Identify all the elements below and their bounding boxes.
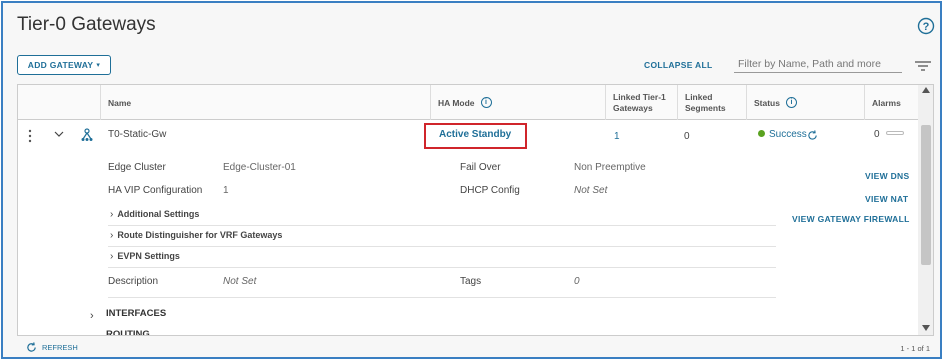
column-alarms-label: Alarms	[872, 97, 901, 108]
alarm-bar	[885, 131, 904, 135]
status-dot	[758, 130, 765, 137]
dhcp-config-value: Not Set	[574, 185, 608, 196]
grid-header: Name HA Mode i Linked Tier-1 Gateways Li…	[18, 85, 918, 120]
description-label: Description	[108, 276, 159, 287]
column-status-label: Status	[754, 97, 780, 108]
view-gateway-firewall-link[interactable]: VIEW GATEWAY FIREWALL	[792, 214, 910, 224]
gateways-grid: Name HA Mode i Linked Tier-1 Gateways Li…	[17, 84, 934, 336]
gateway-icon	[81, 128, 93, 141]
dhcp-config-label: DHCP Config	[460, 185, 520, 196]
ha-mode-value[interactable]: Active Standby	[439, 129, 511, 140]
help-icon[interactable]: ?	[917, 17, 935, 35]
column-header-linked-tier1[interactable]: Linked Tier-1 Gateways	[605, 85, 677, 120]
grid-footer: REFRESH 1 - 1 of 1	[17, 337, 934, 359]
page-title: Tier-0 Gateways	[17, 14, 156, 35]
refresh-label: REFRESH	[42, 343, 78, 352]
alarms-cell: 0	[874, 129, 904, 140]
column-linked-tier1-line1: Linked Tier-1	[613, 91, 666, 102]
edge-cluster-value: Edge-Cluster-01	[223, 162, 296, 173]
status-badge: Success	[758, 129, 807, 140]
column-header-ha-mode[interactable]: HA Mode i	[430, 85, 605, 120]
divider	[108, 246, 776, 247]
description-value: Not Set	[223, 276, 257, 287]
kebab-icon[interactable]	[28, 129, 32, 143]
tags-label: Tags	[460, 276, 482, 287]
gateway-name[interactable]: T0-Static-Gw	[108, 129, 166, 140]
linked-segments-count: 0	[684, 131, 690, 142]
divider	[108, 267, 776, 268]
view-dns-link[interactable]: VIEW DNS	[865, 171, 909, 181]
column-header-status[interactable]: Status i	[746, 85, 864, 120]
vertical-scrollbar[interactable]	[918, 85, 933, 335]
scroll-down-icon[interactable]	[922, 325, 930, 331]
svg-text:?: ?	[923, 21, 930, 33]
window-frame: Tier-0 Gateways ? ADD GATEWAY ▾ COLLAPSE…	[1, 1, 942, 359]
interfaces-section[interactable]: INTERFACES	[106, 308, 166, 319]
refresh-icon	[27, 342, 36, 352]
refresh-button[interactable]: REFRESH	[26, 342, 78, 353]
additional-settings-label: Additional Settings	[117, 209, 200, 219]
evpn-settings-expander[interactable]: › EVPN Settings	[110, 251, 180, 262]
filter-icon[interactable]	[914, 60, 932, 72]
route-distinguisher-label: Route Distinguisher for VRF Gateways	[117, 230, 283, 240]
chevron-down-icon[interactable]	[54, 130, 64, 138]
add-gateway-label: ADD GATEWAY	[27, 60, 94, 70]
chevron-right-icon: ›	[110, 230, 114, 241]
collapse-all-button[interactable]: COLLAPSE ALL	[644, 60, 712, 70]
column-linked-segments-line1: Linked	[685, 91, 713, 102]
ha-vip-value[interactable]: 1	[223, 185, 229, 196]
column-name-label: Name	[108, 97, 132, 108]
fail-over-value: Non Preemptive	[574, 162, 646, 173]
column-linked-tier1-line2: Gateways	[613, 102, 653, 113]
evpn-settings-label: EVPN Settings	[117, 251, 180, 261]
route-distinguisher-expander[interactable]: › Route Distinguisher for VRF Gateways	[110, 230, 282, 241]
edge-cluster-label: Edge Cluster	[108, 162, 166, 173]
linked-tier1-count[interactable]: 1	[614, 131, 620, 142]
table-row: T0-Static-Gw Active Standby 1 0 Success …	[18, 121, 918, 149]
routing-section[interactable]: ROUTING	[106, 330, 150, 335]
column-header-linked-segments[interactable]: Linked Segments	[677, 85, 746, 120]
column-linked-tier1-label: Linked Tier-1 Gateways	[613, 92, 666, 114]
column-linked-segments-line2: Segments	[685, 102, 726, 113]
filter-input[interactable]	[734, 55, 902, 73]
column-ha-mode-label: HA Mode	[438, 97, 475, 108]
info-icon[interactable]: i	[785, 97, 797, 108]
scrollbar-thumb[interactable]	[921, 125, 931, 265]
pagination-info: 1 - 1 of 1	[900, 344, 930, 353]
column-header-name[interactable]: Name	[100, 85, 430, 120]
view-nat-link[interactable]: VIEW NAT	[865, 194, 908, 204]
chevron-right-icon[interactable]: ›	[90, 310, 94, 322]
chevron-right-icon: ›	[110, 251, 114, 262]
refresh-icon[interactable]	[807, 130, 818, 141]
add-gateway-button[interactable]: ADD GATEWAY ▾	[17, 55, 111, 75]
status-text: Success	[769, 129, 807, 140]
info-icon[interactable]: i	[480, 97, 492, 108]
column-linked-segments-label: Linked Segments	[685, 92, 726, 114]
chevron-down-icon: ▾	[96, 62, 101, 69]
tags-value: 0	[574, 276, 580, 287]
fail-over-label: Fail Over	[460, 162, 501, 173]
ha-vip-label: HA VIP Configuration	[108, 185, 203, 196]
divider	[108, 297, 776, 298]
alarms-count: 0	[874, 129, 880, 140]
scroll-up-icon[interactable]	[922, 87, 930, 93]
additional-settings-expander[interactable]: › Additional Settings	[110, 209, 199, 220]
column-header-alarms[interactable]: Alarms	[864, 85, 918, 120]
divider	[108, 225, 776, 226]
chevron-right-icon: ›	[110, 209, 114, 220]
